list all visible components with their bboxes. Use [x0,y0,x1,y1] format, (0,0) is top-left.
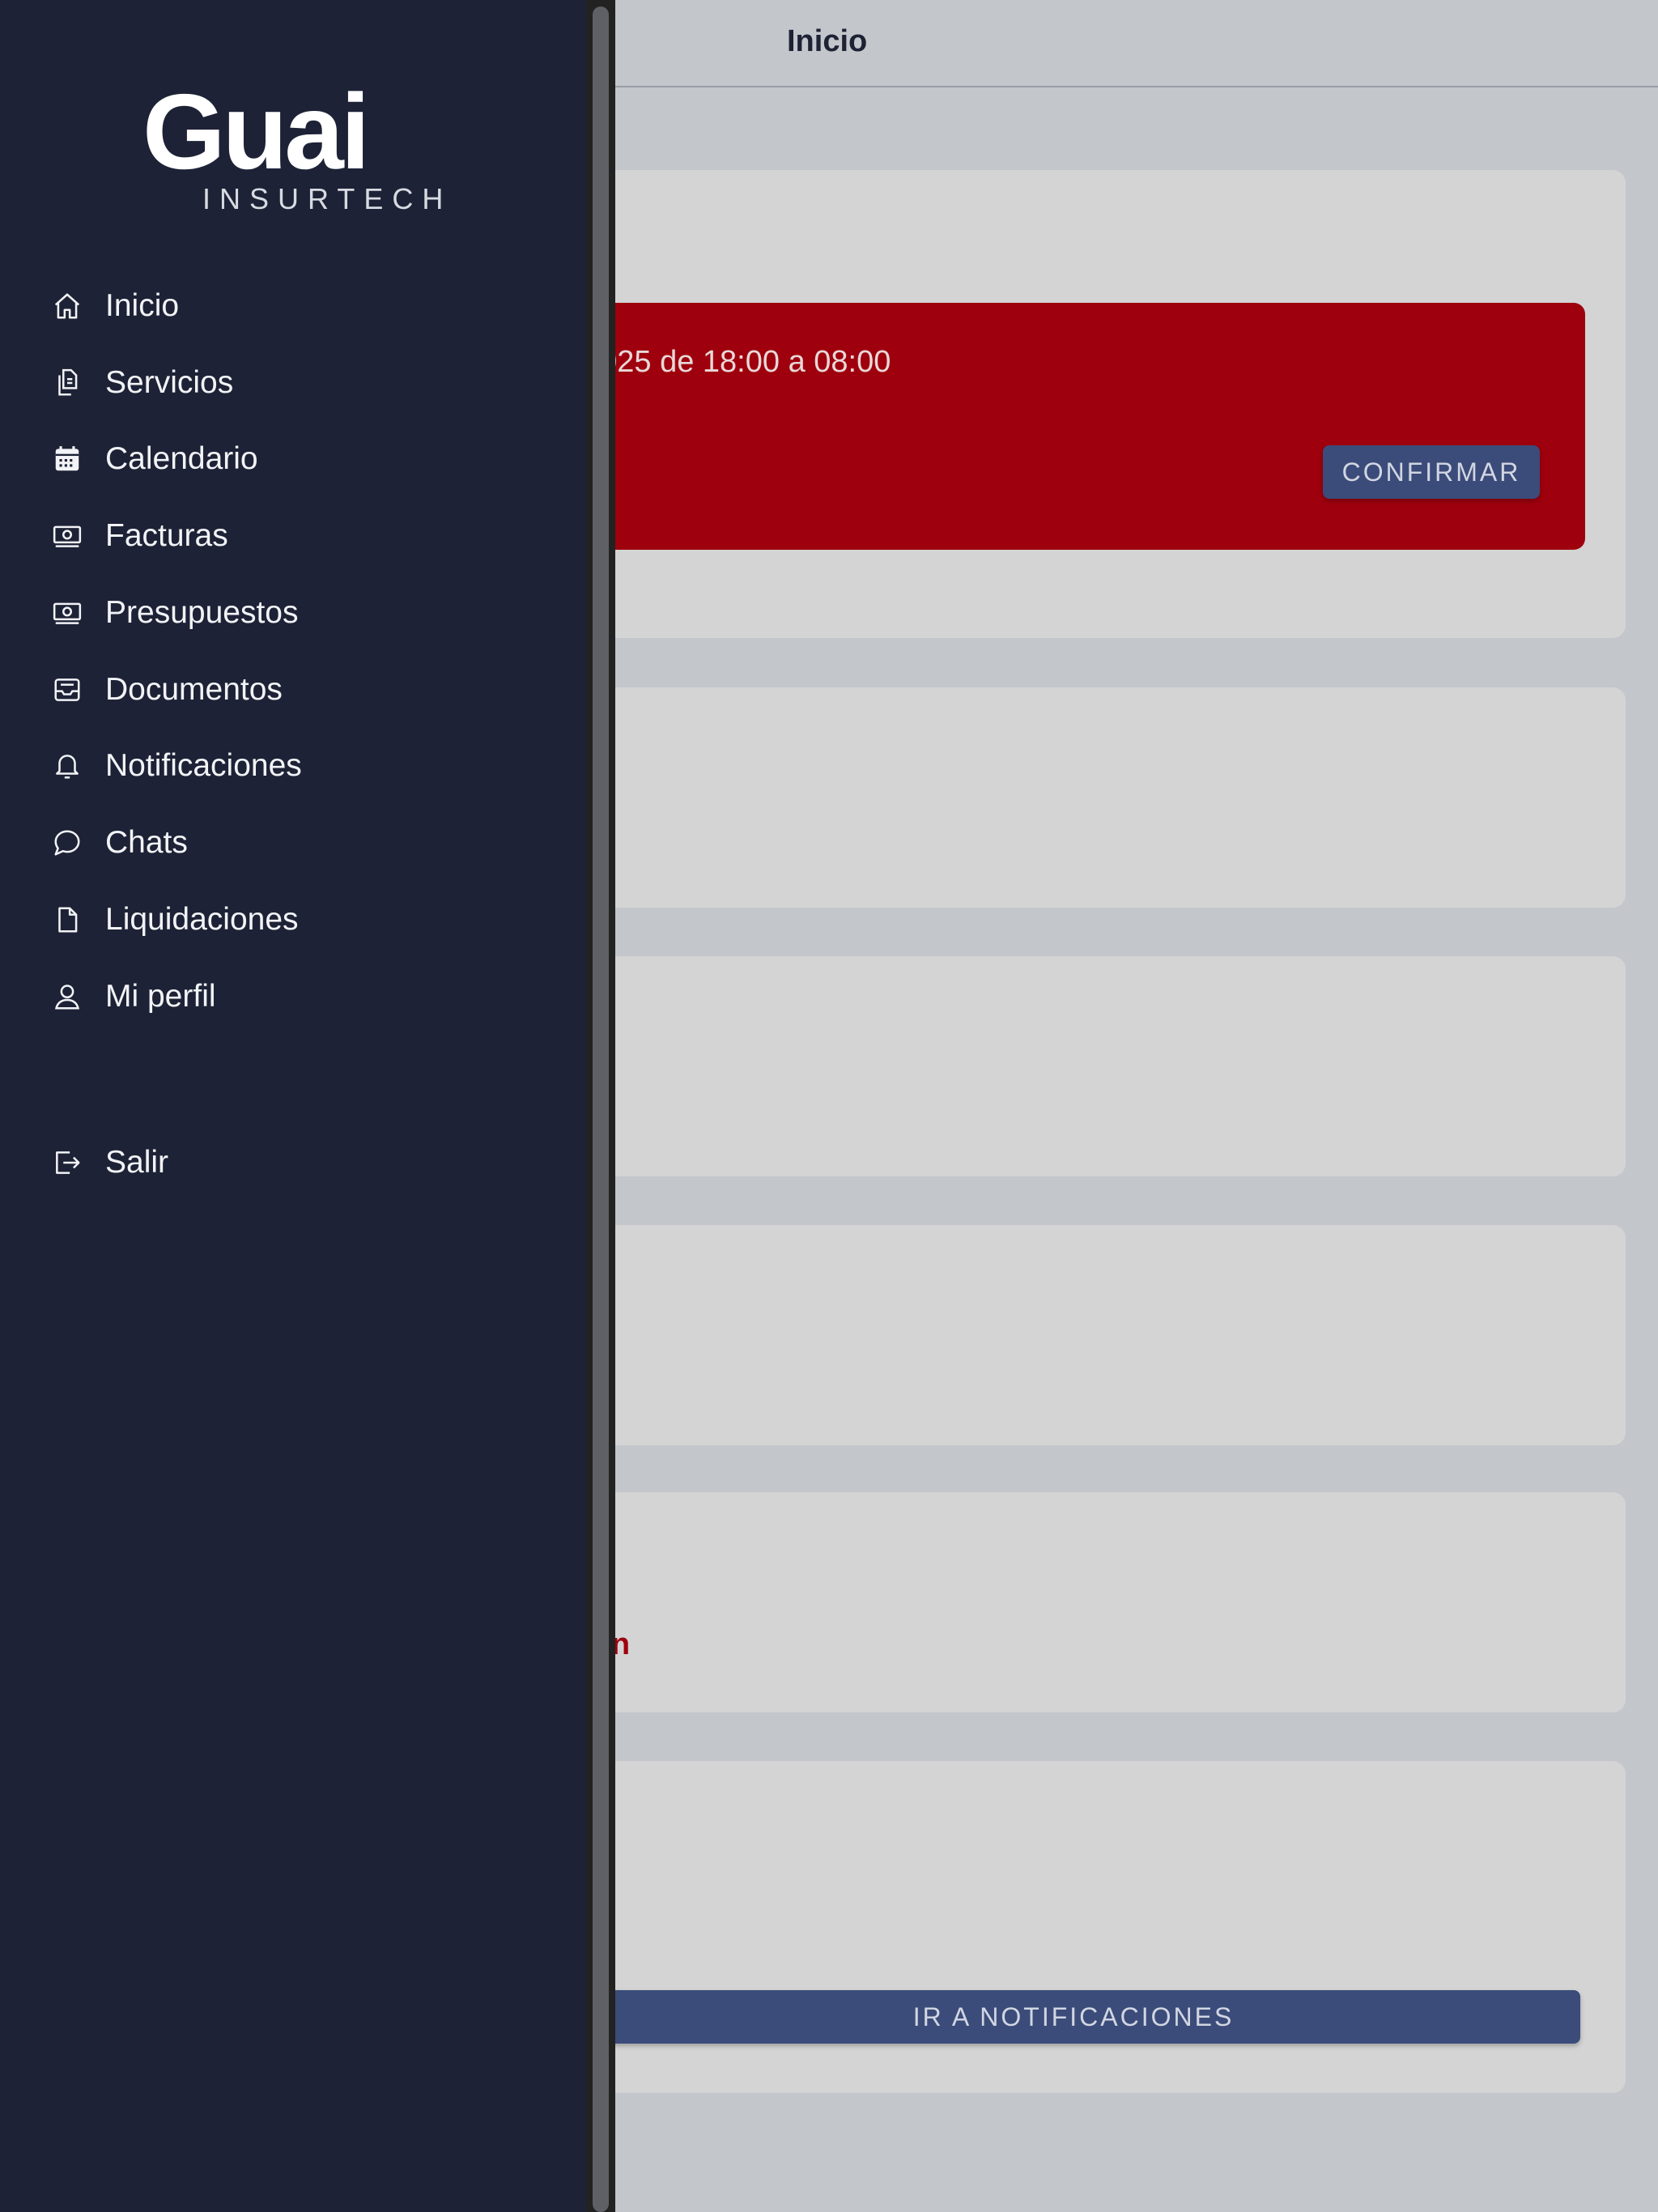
file-icon [52,904,84,936]
alert-card: 2025 de 18:00 a 08:00 CONFIRMAR [567,170,1626,638]
sidebar-item-label: Chats [105,825,188,860]
sidebar-item-documentos[interactable]: Documentos [52,661,538,718]
sidebar-item-facturas[interactable]: Facturas [52,508,538,564]
logo-subtitle: INSURTECH [202,182,453,215]
sidebar-item-label: Notificaciones [105,748,302,783]
logo-wordmark: Guai [142,72,370,191]
sidebar-item-label: Inicio [105,288,180,323]
documents-icon [52,367,84,399]
sidebar-item-label: Mi perfil [105,979,216,1014]
info-card-4 [567,1492,1626,1712]
sidebar-item-label: Presupuestos [105,595,299,630]
alert-banner: 2025 de 18:00 a 08:00 CONFIRMAR [567,303,1585,550]
page-title: Inicio [787,24,868,58]
sidebar-item-chats[interactable]: Chats [52,815,538,871]
sidebar-item-mi-perfil[interactable]: Mi perfil [52,968,538,1025]
go-to-notifications-button[interactable]: IR A NOTIFICACIONES [567,1990,1580,2044]
logout-button[interactable]: Salir [52,1134,538,1191]
inbox-icon [52,674,84,706]
drawer-drag-handle[interactable] [593,6,609,2212]
sidebar-item-presupuestos[interactable]: Presupuestos [52,585,538,641]
user-icon [52,981,84,1013]
sidebar-item-notificaciones[interactable]: Notificaciones [52,738,538,794]
calendar-icon [52,443,84,475]
info-card-3 [567,1225,1626,1445]
confirm-button[interactable]: CONFIRMAR [1323,445,1540,499]
banknote-icon [52,520,84,552]
sidebar-item-servicios[interactable]: Servicios [52,355,538,411]
sidebar-item-liquidaciones[interactable]: Liquidaciones [52,891,538,948]
logout-label: Salir [105,1145,169,1180]
logout-icon [52,1146,84,1179]
banknote-icon [52,597,84,629]
drawer-edge [586,0,615,2212]
go-to-notifications-label: IR A NOTIFICACIONES [912,2001,1235,2031]
home-icon [52,290,84,322]
sidebar-item-inicio[interactable]: Inicio [52,278,538,334]
sidebar-item-label: Liquidaciones [105,902,299,937]
sidebar-item-label: Documentos [105,672,283,707]
alert-text: 2025 de 18:00 a 08:00 [583,345,891,379]
sidebar-item-label: Servicios [105,365,234,400]
sidebar-item-label: Calendario [105,441,258,476]
bell-icon [52,750,84,782]
sidebar-item-calendario[interactable]: Calendario [52,431,538,487]
sidebar-item-label: Facturas [105,518,228,553]
info-card-1 [567,687,1626,908]
sidebar-drawer: Guai INSURTECH Inicio Servicios Calendar… [0,0,586,2212]
chat-bubble-icon [52,827,84,859]
info-card-2 [567,956,1626,1176]
brand-logo: Guai INSURTECH [138,79,445,217]
